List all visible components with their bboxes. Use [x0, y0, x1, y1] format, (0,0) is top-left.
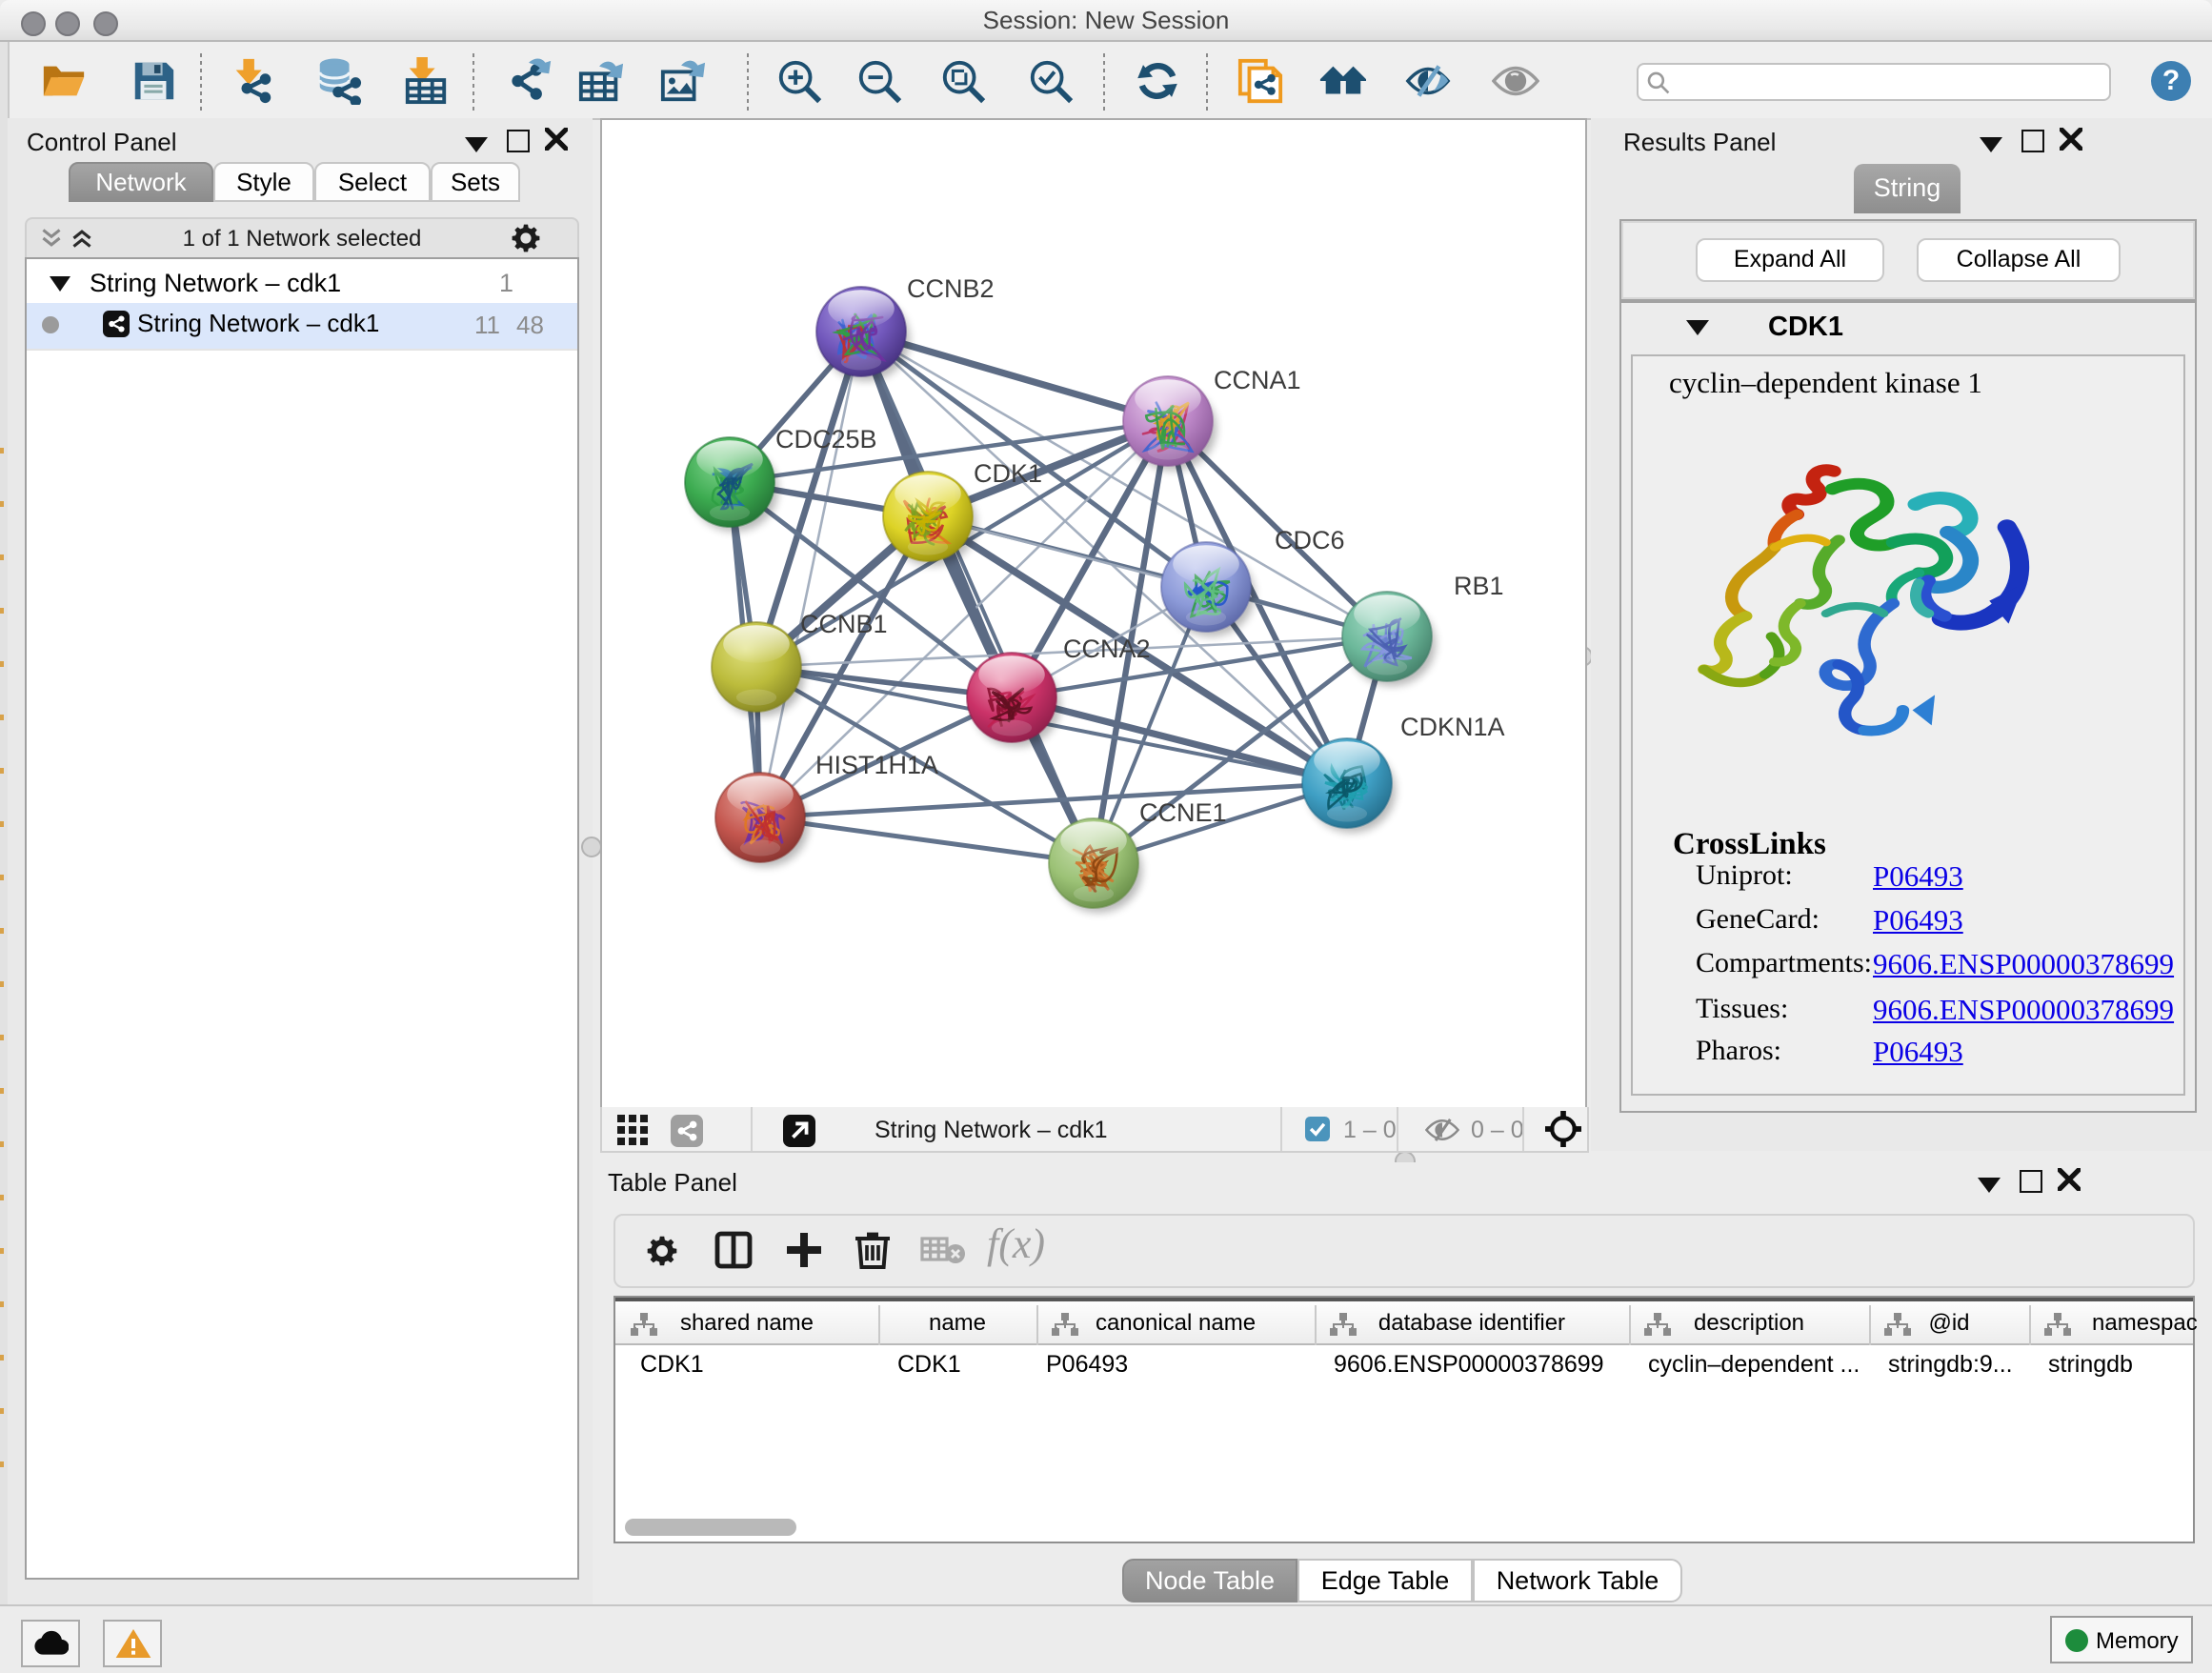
- svg-text:CCNA1: CCNA1: [1214, 366, 1301, 394]
- svg-text:CDC6: CDC6: [1275, 526, 1345, 554]
- svg-text:CCNA2: CCNA2: [1063, 635, 1151, 663]
- svg-text:CDC25B: CDC25B: [775, 425, 877, 454]
- svg-text:HIST1H1A: HIST1H1A: [815, 751, 938, 779]
- svg-text:CDKN1A: CDKN1A: [1400, 713, 1505, 741]
- svg-text:RB1: RB1: [1454, 572, 1504, 600]
- svg-text:CDK1: CDK1: [974, 459, 1042, 488]
- svg-text:CCNB2: CCNB2: [907, 274, 995, 303]
- svg-text:CCNE1: CCNE1: [1139, 798, 1227, 827]
- svg-text:CCNB1: CCNB1: [800, 610, 888, 638]
